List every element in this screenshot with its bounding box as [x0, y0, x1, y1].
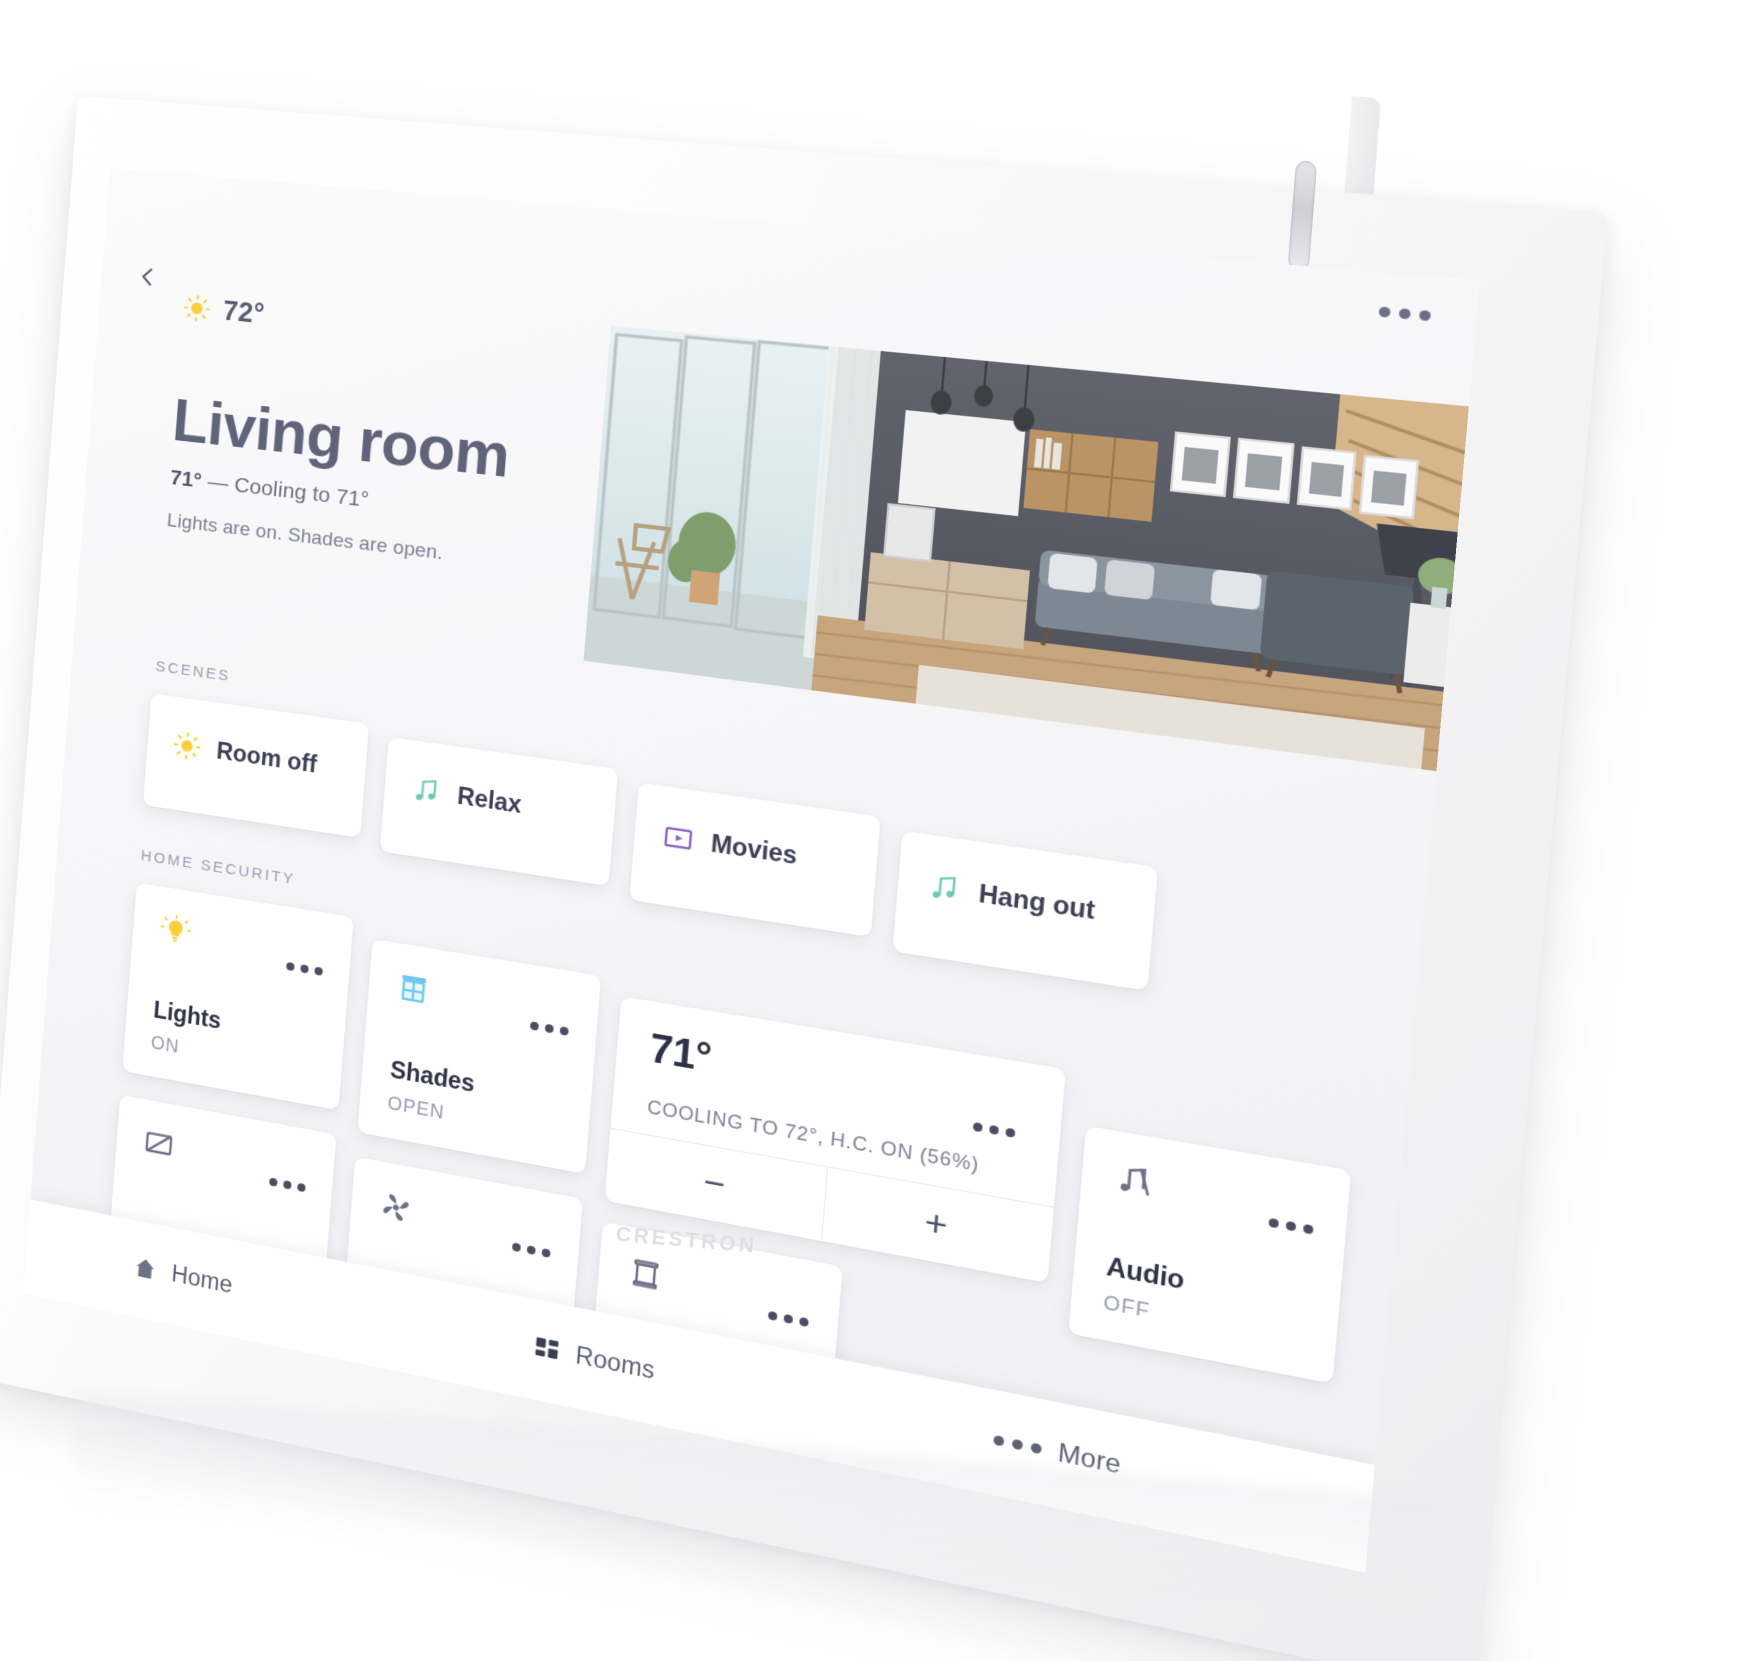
kebab-menu-icon[interactable]	[268, 1177, 306, 1193]
sun-icon	[183, 293, 212, 323]
room-current-temp: 71°	[169, 465, 203, 493]
room-temp-separator: —	[200, 469, 236, 497]
weather-readout: 72°	[182, 291, 266, 330]
room-target-temp: Cooling to 71°	[233, 473, 370, 513]
nav-item-rooms[interactable]: Rooms	[532, 1333, 656, 1386]
device-name: Shades	[389, 1055, 476, 1098]
fan-icon	[378, 1188, 414, 1227]
kebab-menu-icon[interactable]	[767, 1310, 809, 1328]
kebab-menu-icon[interactable]	[511, 1242, 551, 1258]
kebab-menu-icon[interactable]	[972, 1122, 1016, 1138]
music-note-icon	[411, 774, 442, 807]
kebab-menu-icon	[993, 1434, 1042, 1455]
device-name: Lights	[152, 996, 222, 1034]
device-state: OFF	[1102, 1291, 1152, 1322]
device-state: OPEN	[386, 1092, 446, 1124]
back-chevron-icon[interactable]	[134, 263, 161, 291]
sun-icon	[172, 730, 202, 762]
scene-card-movies[interactable]: Movies	[629, 782, 881, 938]
device-name: Audio	[1105, 1251, 1186, 1295]
room-status-text: Lights are on. Shades are open.	[166, 509, 444, 565]
lightbulb-icon	[159, 913, 193, 950]
video-play-icon	[662, 821, 695, 855]
device-card-shades[interactable]: Shades OPEN	[357, 938, 602, 1174]
home-icon	[132, 1253, 159, 1284]
scenes-section-label: SCENES	[154, 657, 232, 686]
scene-card-relax[interactable]: Relax	[379, 736, 619, 887]
overflow-menu-icon[interactable]	[1378, 306, 1432, 322]
music-note-muted-icon	[1113, 1160, 1154, 1202]
weather-temperature: 72°	[221, 295, 266, 330]
nav-label: Home	[170, 1259, 234, 1299]
projector-screen-icon	[627, 1254, 664, 1294]
scene-label: Room off	[215, 736, 318, 778]
device-card-audio[interactable]: Audio OFF	[1068, 1125, 1352, 1384]
room-hero-image	[583, 325, 1481, 774]
room-temperature-line: 71° — Cooling to 71°	[169, 466, 370, 513]
window-shade-icon	[396, 970, 432, 1008]
scene-card-hang-out[interactable]: Hang out	[892, 830, 1159, 991]
scene-card-room-off[interactable]: Room off	[142, 693, 370, 838]
increase-label: +	[922, 1201, 950, 1247]
device-state: ON	[150, 1032, 181, 1058]
nav-item-home[interactable]: Home	[132, 1252, 234, 1299]
nav-label: Rooms	[574, 1341, 656, 1385]
thermostat-increase-button[interactable]: +	[821, 1166, 1054, 1283]
scene-label: Relax	[456, 781, 523, 818]
scene-label: Hang out	[977, 878, 1097, 925]
grid-rooms-icon	[532, 1333, 562, 1365]
music-note-icon	[927, 871, 962, 906]
decrease-label: −	[702, 1161, 728, 1206]
device-card-lights[interactable]: Lights ON	[122, 882, 354, 1111]
scene-label: Movies	[710, 828, 799, 869]
kebab-menu-icon[interactable]	[286, 961, 323, 976]
kebab-menu-icon[interactable]	[529, 1021, 569, 1036]
thermostat-temperature: 71°	[648, 1026, 713, 1082]
home-security-section-label: HOME SECURITY	[140, 847, 297, 889]
screenshot-root: 72° Living room 71° — Cooling to 71° Lig…	[0, 0, 1760, 1661]
tv-off-icon	[142, 1125, 176, 1163]
kebab-menu-icon[interactable]	[1268, 1217, 1314, 1235]
